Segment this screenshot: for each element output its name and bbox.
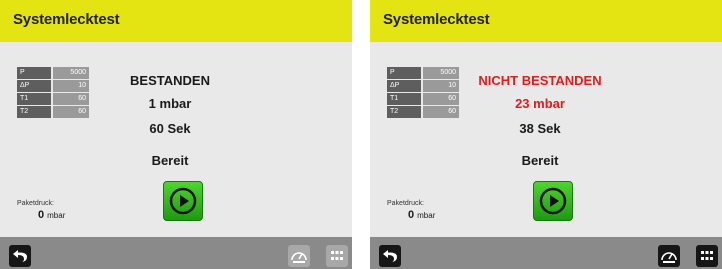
package-pressure-value: 0 mbar	[408, 209, 435, 221]
play-icon	[539, 187, 567, 215]
package-pressure-number: 0	[408, 209, 415, 221]
grid-icon	[331, 251, 343, 260]
parameter-table: P 5000 ΔP 10 T1 60 T2 60	[387, 67, 459, 119]
param-value: 60	[423, 106, 459, 118]
param-key: T2	[17, 106, 51, 118]
param-value: 60	[53, 106, 89, 118]
test-pressure: 23 mbar	[515, 96, 565, 111]
param-row-t1: T1 60	[387, 93, 459, 105]
ready-status: Bereit	[521, 153, 559, 168]
param-row-p: P 5000	[17, 67, 89, 79]
header-bar: Systemlecktest	[370, 0, 722, 42]
start-button[interactable]	[533, 181, 573, 221]
play-icon	[169, 187, 197, 215]
param-row-t2: T2 60	[387, 106, 459, 118]
package-pressure-label: Paketdruck:	[17, 200, 54, 207]
package-pressure-label: Paketdruck:	[387, 200, 424, 207]
page-title: Systemlecktest	[383, 11, 490, 28]
param-row-p: P 5000	[387, 67, 459, 79]
param-row-t1: T1 60	[17, 93, 89, 105]
test-status: BESTANDEN	[130, 73, 210, 88]
test-time: 60 Sek	[149, 121, 191, 136]
gauge-button[interactable]	[288, 245, 310, 267]
package-pressure-number: 0	[38, 209, 45, 221]
gauge-button[interactable]	[658, 245, 680, 267]
param-value: 5000	[53, 67, 89, 79]
package-pressure-unit: mbar	[47, 211, 66, 220]
back-button[interactable]	[9, 245, 31, 267]
param-key: T1	[387, 93, 421, 105]
start-button[interactable]	[163, 181, 203, 221]
param-row-delta-p: ΔP 10	[17, 80, 89, 92]
back-arrow-icon	[383, 250, 397, 262]
menu-grid-button[interactable]	[696, 245, 718, 267]
param-row-delta-p: ΔP 10	[387, 80, 459, 92]
leak-test-screen-passed: Systemlecktest P 5000 ΔP 10 T1 60 T2 60 …	[0, 0, 352, 269]
package-pressure-value: 0 mbar	[38, 209, 65, 221]
param-key: T1	[17, 93, 51, 105]
back-arrow-icon	[13, 250, 27, 262]
leak-test-screen-failed: Systemlecktest P 5000 ΔP 10 T1 60 T2 60 …	[370, 0, 722, 269]
parameter-table: P 5000 ΔP 10 T1 60 T2 60	[17, 67, 89, 119]
param-value: 60	[53, 93, 89, 105]
grid-icon	[701, 251, 713, 260]
back-button[interactable]	[379, 245, 401, 267]
param-value: 10	[53, 80, 89, 92]
package-pressure-unit: mbar	[417, 211, 436, 220]
param-key: ΔP	[17, 80, 51, 92]
gauge-icon	[291, 252, 307, 263]
param-key: T2	[387, 106, 421, 118]
page-title: Systemlecktest	[13, 11, 120, 28]
param-key: P	[387, 67, 421, 79]
param-value: 5000	[423, 67, 459, 79]
test-time: 38 Sek	[519, 121, 561, 136]
param-key: ΔP	[387, 80, 421, 92]
param-row-t2: T2 60	[17, 106, 89, 118]
header-bar: Systemlecktest	[0, 0, 352, 42]
menu-grid-button[interactable]	[326, 245, 348, 267]
test-pressure: 1 mbar	[148, 96, 192, 111]
param-value: 10	[423, 80, 459, 92]
param-value: 60	[423, 93, 459, 105]
ready-status: Bereit	[151, 153, 189, 168]
test-status: NICHT BESTANDEN	[478, 73, 602, 88]
param-key: P	[17, 67, 51, 79]
gauge-icon	[661, 252, 677, 263]
